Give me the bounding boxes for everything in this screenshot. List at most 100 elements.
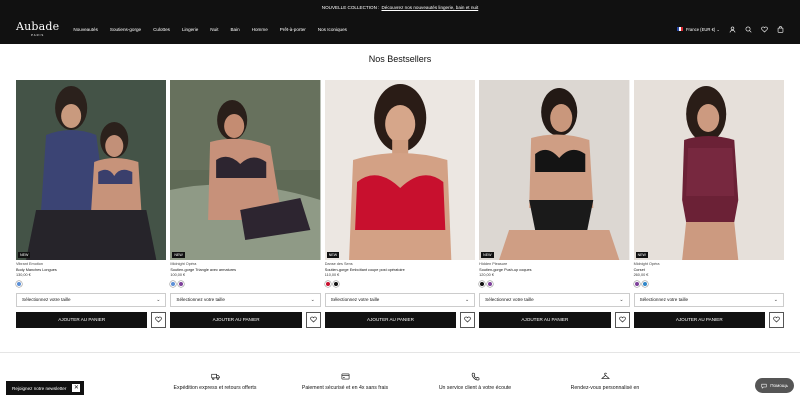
heart-icon[interactable] — [761, 26, 768, 33]
product-card: NEW Midnight Opéra Corset 260,00 € Sélec… — [633, 80, 784, 328]
chevron-down-icon: ⌄ — [156, 296, 161, 303]
wishlist-button[interactable] — [305, 311, 321, 328]
chevron-down-icon: ⌄ — [464, 296, 470, 303]
size-select-placeholder: Sélectionnez votre taille — [22, 297, 71, 303]
product-price: 120,00 € — [479, 273, 494, 278]
heart-icon — [155, 316, 163, 323]
truck-icon — [210, 373, 220, 380]
nav-item-lingerie[interactable]: Lingerie — [182, 27, 198, 32]
chevron-down-icon: ⌄ — [310, 296, 315, 303]
size-select[interactable]: Sélectionnez votre taille ⌄ — [16, 292, 167, 307]
color-swatch[interactable] — [487, 280, 494, 287]
color-swatch[interactable] — [332, 280, 339, 287]
product-price: 130,00 € — [16, 273, 31, 278]
chat-icon — [761, 383, 767, 389]
size-select-placeholder: Sélectionnez votre taille — [485, 297, 534, 303]
reassurance-bar: Expédition express et retours offerts Pa… — [150, 372, 670, 391]
add-to-cart-button[interactable]: AJOUTER AU PANIER — [16, 311, 148, 328]
color-swatches — [16, 280, 166, 288]
color-swatch[interactable] — [324, 280, 331, 287]
bag-icon[interactable] — [777, 25, 784, 33]
nav-item-iconiques[interactable]: Nos Iconiques — [318, 27, 347, 32]
add-to-cart-button[interactable]: AJOUTER AU PANIER — [479, 311, 611, 328]
product-card: NEW Danse des Sens Soutien-gorge Emboîta… — [324, 80, 476, 328]
color-swatch[interactable] — [641, 280, 648, 287]
nav-item-bain[interactable]: Bain — [230, 27, 239, 32]
wishlist-button[interactable] — [460, 311, 476, 328]
feature-shipping: Expédition express et retours offerts — [150, 372, 280, 391]
nav-item-pret-a-porter[interactable]: Prêt-à-porter — [280, 27, 306, 32]
wishlist-button[interactable] — [614, 311, 630, 328]
add-to-cart-button[interactable]: AJOUTER AU PANIER — [633, 311, 765, 328]
feature-text: Rendez-vous personnalisé en — [570, 385, 640, 391]
size-select-placeholder: Sélectionnez votre taille — [330, 297, 380, 303]
feature-payment: Paiement sécurisé et en 4x sans frais — [280, 372, 410, 391]
product-card: NEW Hidden Pleasure Soutien-gorge Push-u… — [479, 80, 630, 328]
site-header: Aubade PARIS Nouveautés Soutiens-gorge C… — [0, 14, 800, 44]
hanger-icon — [600, 372, 610, 379]
account-icon[interactable] — [729, 26, 736, 33]
logo-wordmark: Aubade — [16, 19, 60, 33]
new-badge: NEW — [481, 252, 494, 258]
feature-service: Un service client à votre écoute — [410, 372, 540, 391]
color-swatch[interactable] — [16, 280, 22, 287]
chevron-down-icon: ⌄ — [619, 296, 624, 303]
wishlist-button[interactable] — [151, 311, 167, 328]
announcement-text: NOUVELLE COLLECTION : — [321, 4, 380, 10]
card-icon — [341, 373, 349, 380]
color-swatch[interactable] — [633, 280, 640, 287]
color-swatch[interactable] — [178, 280, 185, 287]
heart-icon — [310, 316, 317, 323]
product-grid: NEW Vibrant Emotion Body Manches Longues… — [16, 80, 784, 328]
size-select-placeholder: Sélectionnez votre taille — [176, 297, 225, 303]
nav-item-homme[interactable]: Homme — [252, 27, 268, 32]
newsletter-popup[interactable]: Rejoignez notre newsletter ✕ — [6, 381, 85, 395]
nav-item-nuit[interactable]: Nuit — [210, 27, 218, 32]
product-price: 110,00 € — [324, 273, 340, 278]
locale-selector[interactable]: France (EUR €) ⌄ — [676, 26, 720, 32]
product-image[interactable]: NEW — [633, 80, 784, 260]
heart-icon — [618, 316, 626, 323]
add-to-cart-button[interactable]: AJOUTER AU PANIER — [324, 311, 457, 328]
size-select[interactable]: Sélectionnez votre taille ⌄ — [479, 292, 630, 307]
section-divider — [0, 352, 800, 353]
color-swatch[interactable] — [479, 280, 486, 287]
wishlist-button[interactable] — [768, 311, 784, 328]
chevron-down-icon: ⌄ — [716, 26, 720, 32]
logo-subtitle: PARIS — [31, 32, 45, 37]
new-badge: NEW — [172, 252, 185, 258]
search-icon[interactable] — [745, 26, 752, 33]
color-swatch[interactable] — [170, 280, 177, 287]
new-badge: NEW — [326, 252, 340, 258]
product-price: 260,00 € — [633, 273, 649, 278]
heart-icon — [464, 316, 471, 323]
color-swatches — [324, 280, 475, 288]
product-image[interactable]: NEW — [16, 80, 167, 260]
feature-text: Un service client à votre écoute — [438, 385, 512, 391]
product-image[interactable]: NEW — [170, 80, 321, 260]
main-nav: Nouveautés Soutiens-gorge Culottes Linge… — [73, 27, 347, 32]
product-card: NEW Vibrant Emotion Body Manches Longues… — [16, 80, 167, 328]
help-button[interactable]: Помощь — [755, 378, 794, 393]
nav-item-soutiens-gorge[interactable]: Soutiens-gorge — [110, 27, 141, 32]
section-title: Nos Bestsellers — [368, 54, 432, 64]
size-select[interactable]: Sélectionnez votre taille ⌄ — [324, 292, 476, 307]
newsletter-label[interactable]: Rejoignez notre newsletter — [12, 386, 66, 391]
nav-item-culottes[interactable]: Culottes — [153, 27, 170, 32]
product-image[interactable]: NEW — [479, 80, 630, 260]
color-swatches — [170, 280, 320, 288]
color-swatches — [479, 280, 629, 288]
nav-item-nouveautes[interactable]: Nouveautés — [73, 27, 98, 32]
chevron-down-icon: ⌄ — [773, 296, 778, 303]
add-to-cart-button[interactable]: AJOUTER AU PANIER — [170, 311, 302, 328]
new-badge: NEW — [635, 252, 648, 258]
close-icon[interactable]: ✕ — [72, 384, 81, 392]
size-select[interactable]: Sélectionnez votre taille ⌄ — [170, 292, 321, 307]
size-select[interactable]: Sélectionnez votre taille ⌄ — [633, 292, 784, 307]
color-swatches — [633, 280, 784, 288]
announcement-link[interactable]: Découvrez nos nouveautés lingerie, bain … — [381, 5, 478, 10]
size-select-placeholder: Sélectionnez votre taille — [639, 297, 689, 303]
product-image[interactable]: NEW — [324, 80, 476, 260]
logo[interactable]: Aubade PARIS — [16, 19, 60, 37]
new-badge: NEW — [18, 252, 31, 258]
